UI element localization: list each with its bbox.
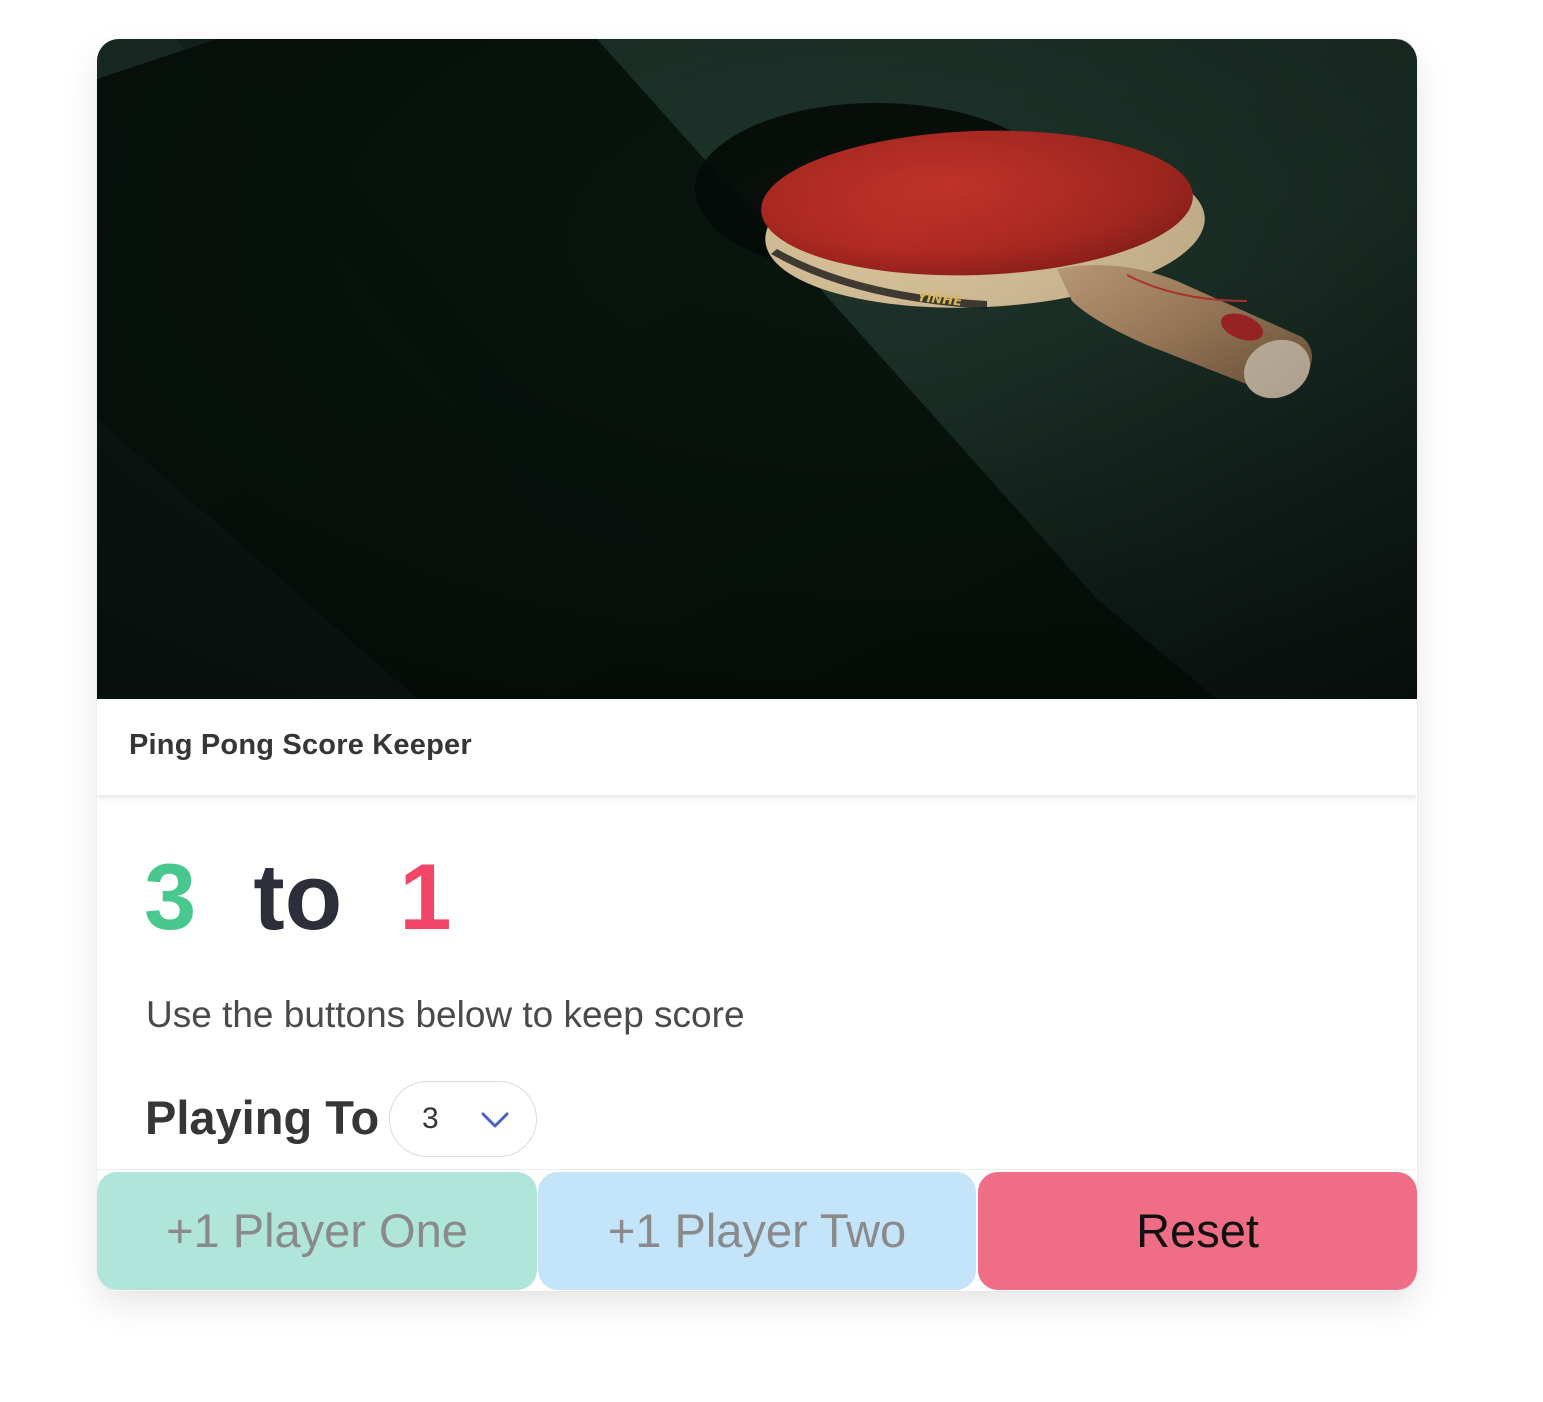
- instructions-text: Use the buttons below to keep score: [146, 994, 745, 1035]
- chevron-down-icon: [481, 1112, 509, 1128]
- reset-button[interactable]: Reset: [978, 1172, 1417, 1290]
- playing-to-label: Playing To: [145, 1091, 380, 1144]
- player-one-button[interactable]: +1 Player One: [97, 1172, 537, 1290]
- playing-to-selected-value: 3: [422, 1102, 439, 1135]
- player-two-button[interactable]: +1 Player Two: [538, 1172, 976, 1290]
- player-one-score: 3: [144, 844, 197, 949]
- ping-pong-paddle-image: YINHE: [97, 39, 1417, 699]
- score-display: 3 to 1: [144, 847, 452, 947]
- card-title: Ping Pong Score Keeper: [129, 729, 472, 761]
- score-separator: to: [253, 844, 343, 949]
- card-content: 3 to 1 Use the buttons below to keep sco…: [97, 795, 1417, 1169]
- score-keeper-card: YINHE Ping Pong Score Keeper 3 to 1 Use …: [97, 39, 1417, 1291]
- player-two-score: 1: [399, 844, 452, 949]
- card-header: Ping Pong Score Keeper: [97, 699, 1417, 795]
- playing-to-select[interactable]: 3: [389, 1081, 537, 1157]
- card-footer: +1 Player One +1 Player Two Reset: [97, 1169, 1417, 1291]
